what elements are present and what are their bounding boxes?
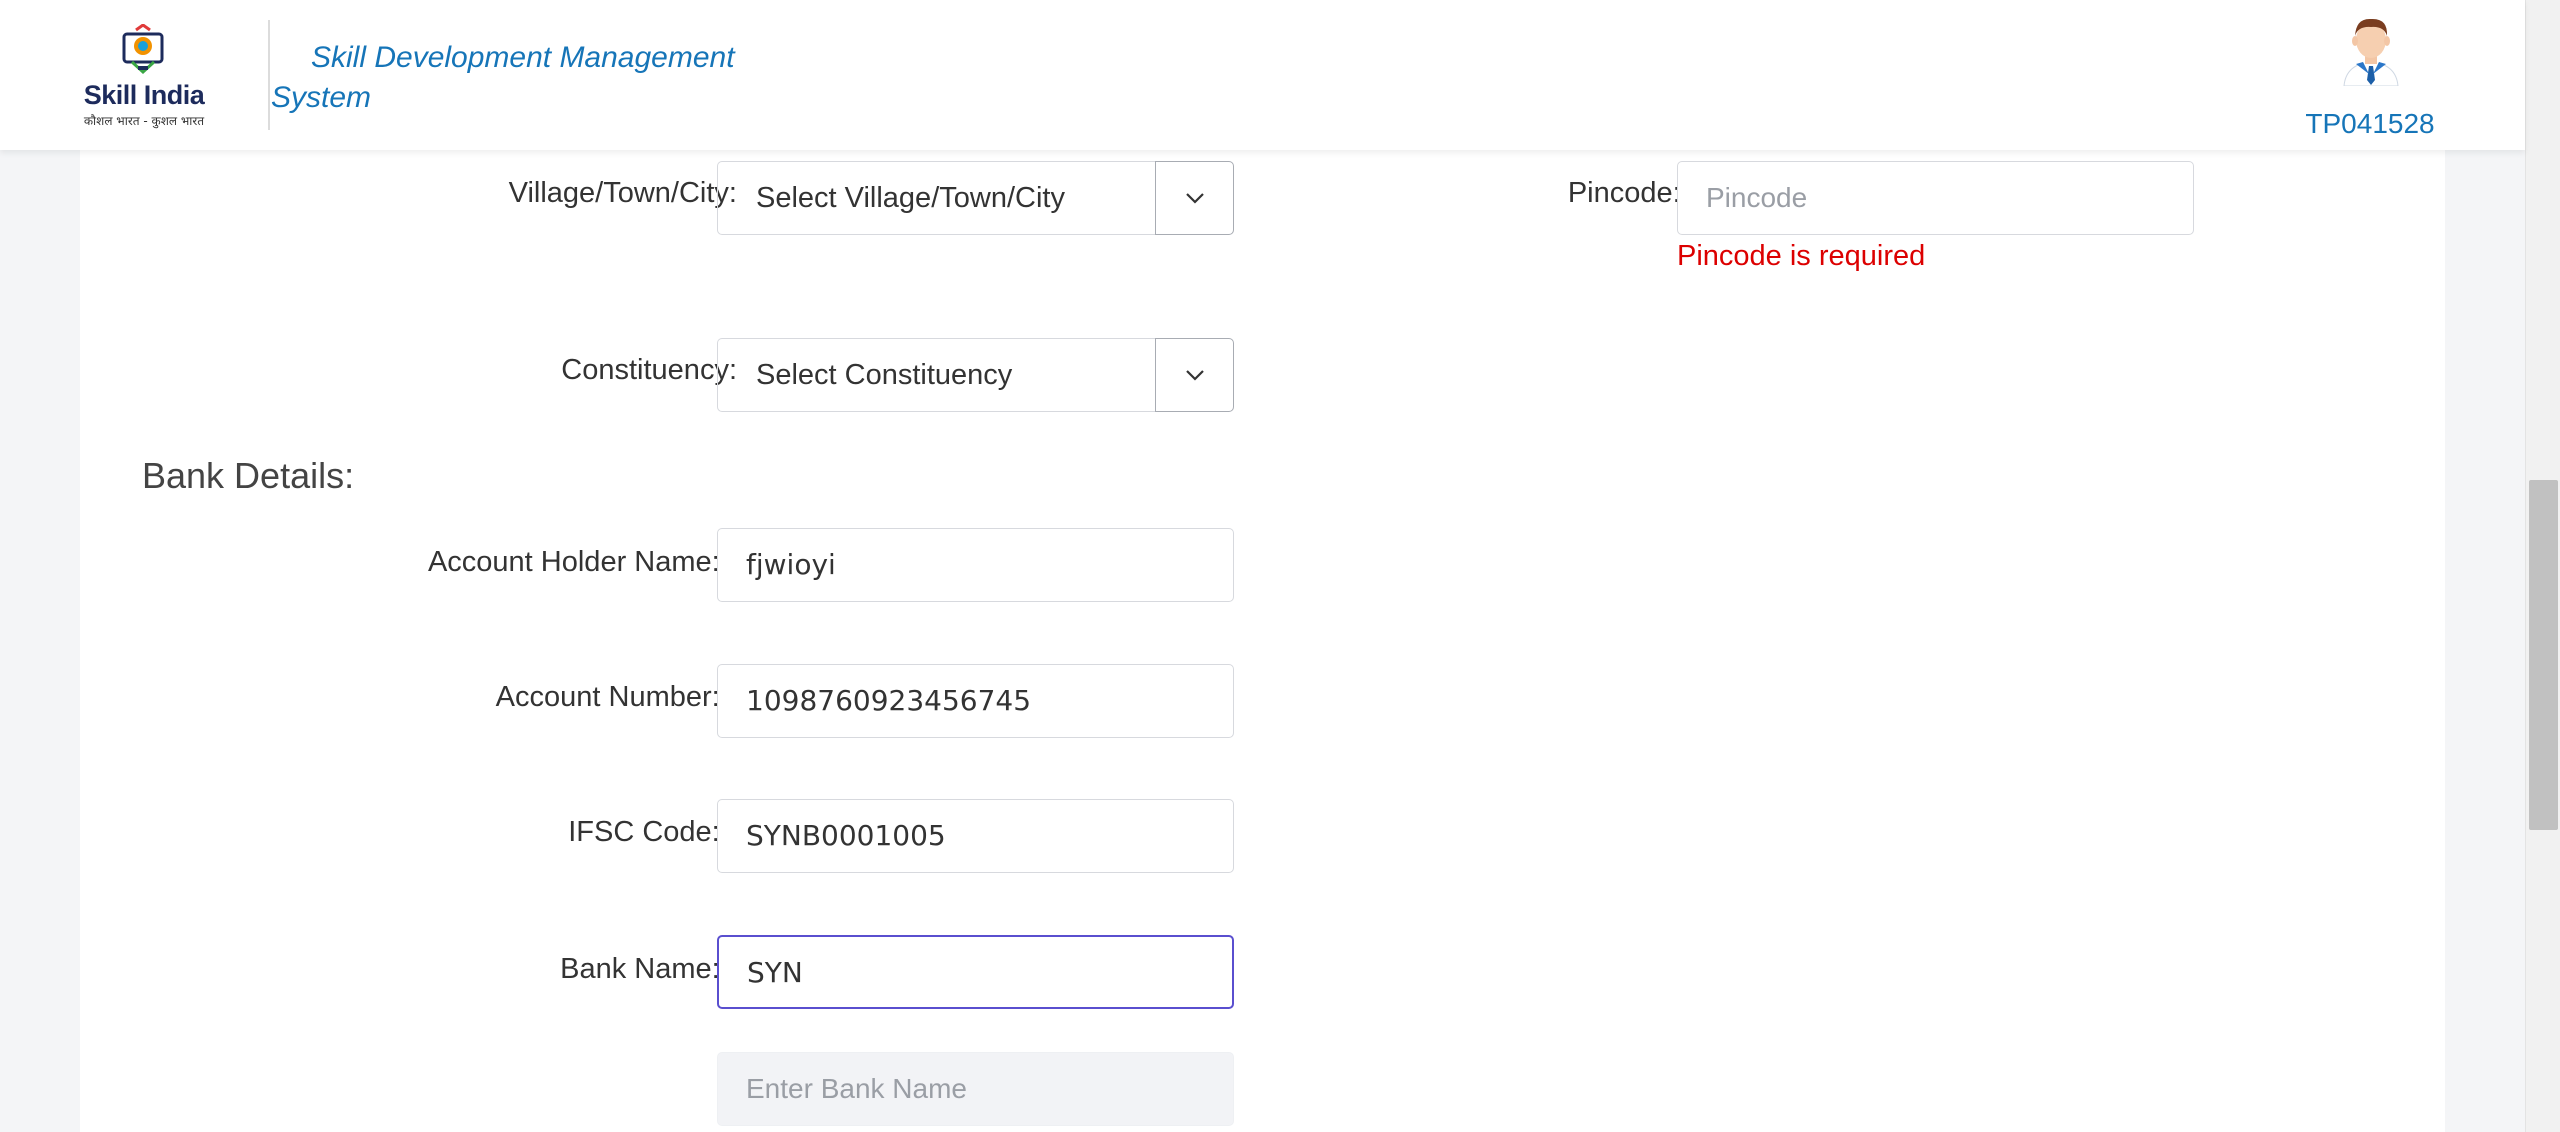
app-header: Skill India कौशल भारत - कुशल भारत Skill … [0, 0, 2525, 150]
header-divider [268, 20, 270, 130]
page-scrollbar[interactable] [2525, 0, 2560, 1132]
app-title: Skill Development Management System [271, 41, 735, 114]
user-avatar-icon[interactable] [2336, 14, 2406, 86]
scrollbar-thumb[interactable] [2529, 480, 2558, 830]
bank-name-input[interactable]: SYN [717, 935, 1234, 1009]
chevron-down-icon [1185, 193, 1204, 204]
account-holder-label: Account Holder Name:* [428, 546, 737, 579]
constituency-select-value[interactable]: Select Constituency [717, 338, 1155, 412]
logo-wordmark: Skill India [83, 80, 205, 110]
account-holder-input[interactable]: fjwioyi [717, 528, 1234, 602]
enter-bank-name-input[interactable]: Enter Bank Name [717, 1052, 1234, 1126]
account-number-label: Account Number:* [496, 681, 737, 714]
pincode-error: Pincode is required [1677, 240, 1926, 272]
logo-tagline: कौशल भारत - कुशल भारत [83, 114, 205, 128]
form-card: Village/Town/City: Select Village/Town/C… [80, 150, 2445, 1132]
bank-name-label: Bank Name:* [560, 953, 737, 986]
village-label: Village/Town/City: [508, 177, 737, 209]
skill-india-emblem-icon [122, 24, 164, 75]
village-select[interactable]: Select Village/Town/City [717, 161, 1234, 235]
constituency-select[interactable]: Select Constituency [717, 338, 1234, 412]
skill-india-logo[interactable]: Skill India कौशल भारत - कुशल भारत [80, 24, 208, 130]
village-select-value[interactable]: Select Village/Town/City [717, 161, 1155, 235]
constituency-label: Constituency: [561, 354, 737, 386]
pincode-input[interactable]: Pincode [1677, 161, 2194, 235]
village-dropdown-button[interactable] [1155, 161, 1234, 235]
ifsc-label: IFSC Code:* [568, 816, 737, 849]
constituency-dropdown-button[interactable] [1155, 338, 1234, 412]
user-id-label[interactable]: TP041528 [2300, 108, 2440, 140]
chevron-down-icon [1185, 370, 1204, 381]
ifsc-input[interactable]: SYNB0001005 [717, 799, 1234, 873]
bank-details-title: Bank Details: [142, 455, 355, 496]
account-number-input[interactable]: 1098760923456745 [717, 664, 1234, 738]
